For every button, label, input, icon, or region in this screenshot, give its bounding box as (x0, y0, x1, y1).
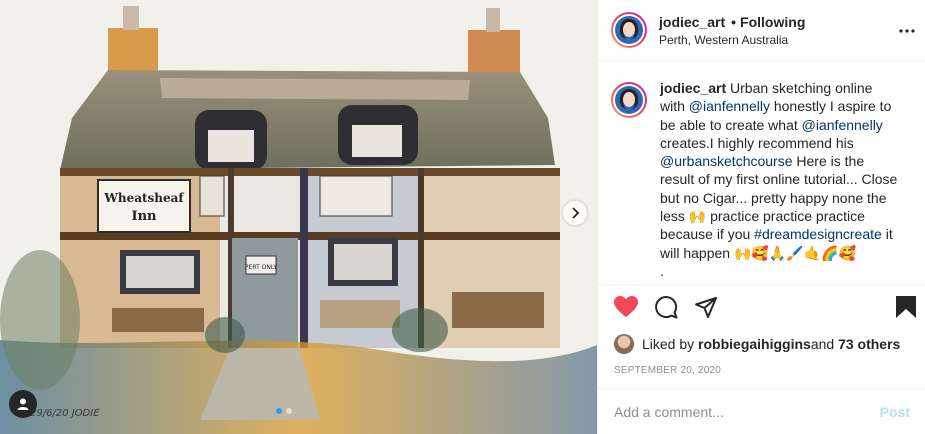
likes-summary: Liked by robbiegaihiggins and 73 others (598, 329, 925, 359)
likes-others-link[interactable]: 73 others (838, 336, 900, 352)
action-bar (598, 284, 925, 329)
likes-prefix: Liked by (642, 336, 695, 352)
chevron-right-icon (572, 207, 580, 219)
share-button[interactable] (694, 295, 718, 324)
caption-area: jodiec_art Urban sketching online with @… (598, 61, 925, 284)
caption-text: . (660, 262, 664, 279)
carousel-dots (276, 408, 292, 414)
watercolor-cottage-artwork: Wheatsheaf Inn PERT ONLY 29/6/20 JODIE (0, 0, 597, 434)
comment-form: Post (598, 388, 925, 434)
carousel-next-button[interactable] (563, 201, 587, 225)
following-button[interactable]: Following (740, 14, 805, 30)
separator-dot: • (731, 13, 737, 30)
comment-icon (655, 296, 678, 319)
carousel-dot (286, 408, 292, 414)
svg-text:PERT ONLY: PERT ONLY (245, 264, 277, 271)
save-button[interactable] (895, 295, 917, 324)
mention-link[interactable]: @ianfennelly (689, 98, 770, 114)
likes-middle: and (810, 336, 835, 352)
avatar[interactable] (611, 12, 647, 48)
svg-text:Wheatsheaf: Wheatsheaf (103, 191, 184, 205)
svg-text:Inn: Inn (132, 209, 158, 224)
mention-link[interactable]: @urbansketchcourse (660, 153, 793, 169)
carousel-dot (276, 408, 282, 414)
svg-text:29/6/20 JODIE: 29/6/20 JODIE (30, 408, 100, 419)
bookmark-filled-icon (896, 296, 916, 318)
more-options-button[interactable] (899, 20, 915, 38)
liker-avatar[interactable] (614, 334, 634, 354)
share-icon (695, 297, 717, 318)
post-date[interactable]: SEPTEMBER 20, 2020 (598, 365, 925, 385)
comment-button[interactable] (654, 295, 678, 324)
post-comment-button[interactable]: Post (880, 404, 910, 420)
post-sidebar: jodiec_art • Following Perth, Western Au… (597, 0, 925, 434)
user-tag-icon (17, 398, 29, 410)
post-location[interactable]: Perth, Western Australia (659, 33, 805, 47)
more-horizontal-icon (899, 29, 915, 33)
heart-filled-icon (614, 296, 638, 317)
liker-username[interactable]: robbiegaihiggins (698, 336, 811, 352)
author-username[interactable]: jodiec_art (659, 14, 725, 30)
post-header: jodiec_art • Following Perth, Western Au… (598, 0, 925, 61)
caption-username[interactable]: jodiec_art (660, 80, 726, 96)
mention-link[interactable]: @ianfennelly (802, 117, 883, 133)
tagged-users-button[interactable] (9, 390, 37, 418)
avatar[interactable] (611, 82, 647, 118)
like-button[interactable] (613, 295, 639, 324)
post-image[interactable]: Wheatsheaf Inn PERT ONLY 29/6/20 JODIE (0, 0, 597, 434)
caption-text: creates.I highly recommend his (660, 134, 854, 151)
post-caption: jodiec_art Urban sketching online with @… (660, 79, 898, 284)
hashtag-link[interactable]: #dreamdesigncreate (754, 226, 882, 242)
comment-input[interactable] (614, 403, 880, 420)
